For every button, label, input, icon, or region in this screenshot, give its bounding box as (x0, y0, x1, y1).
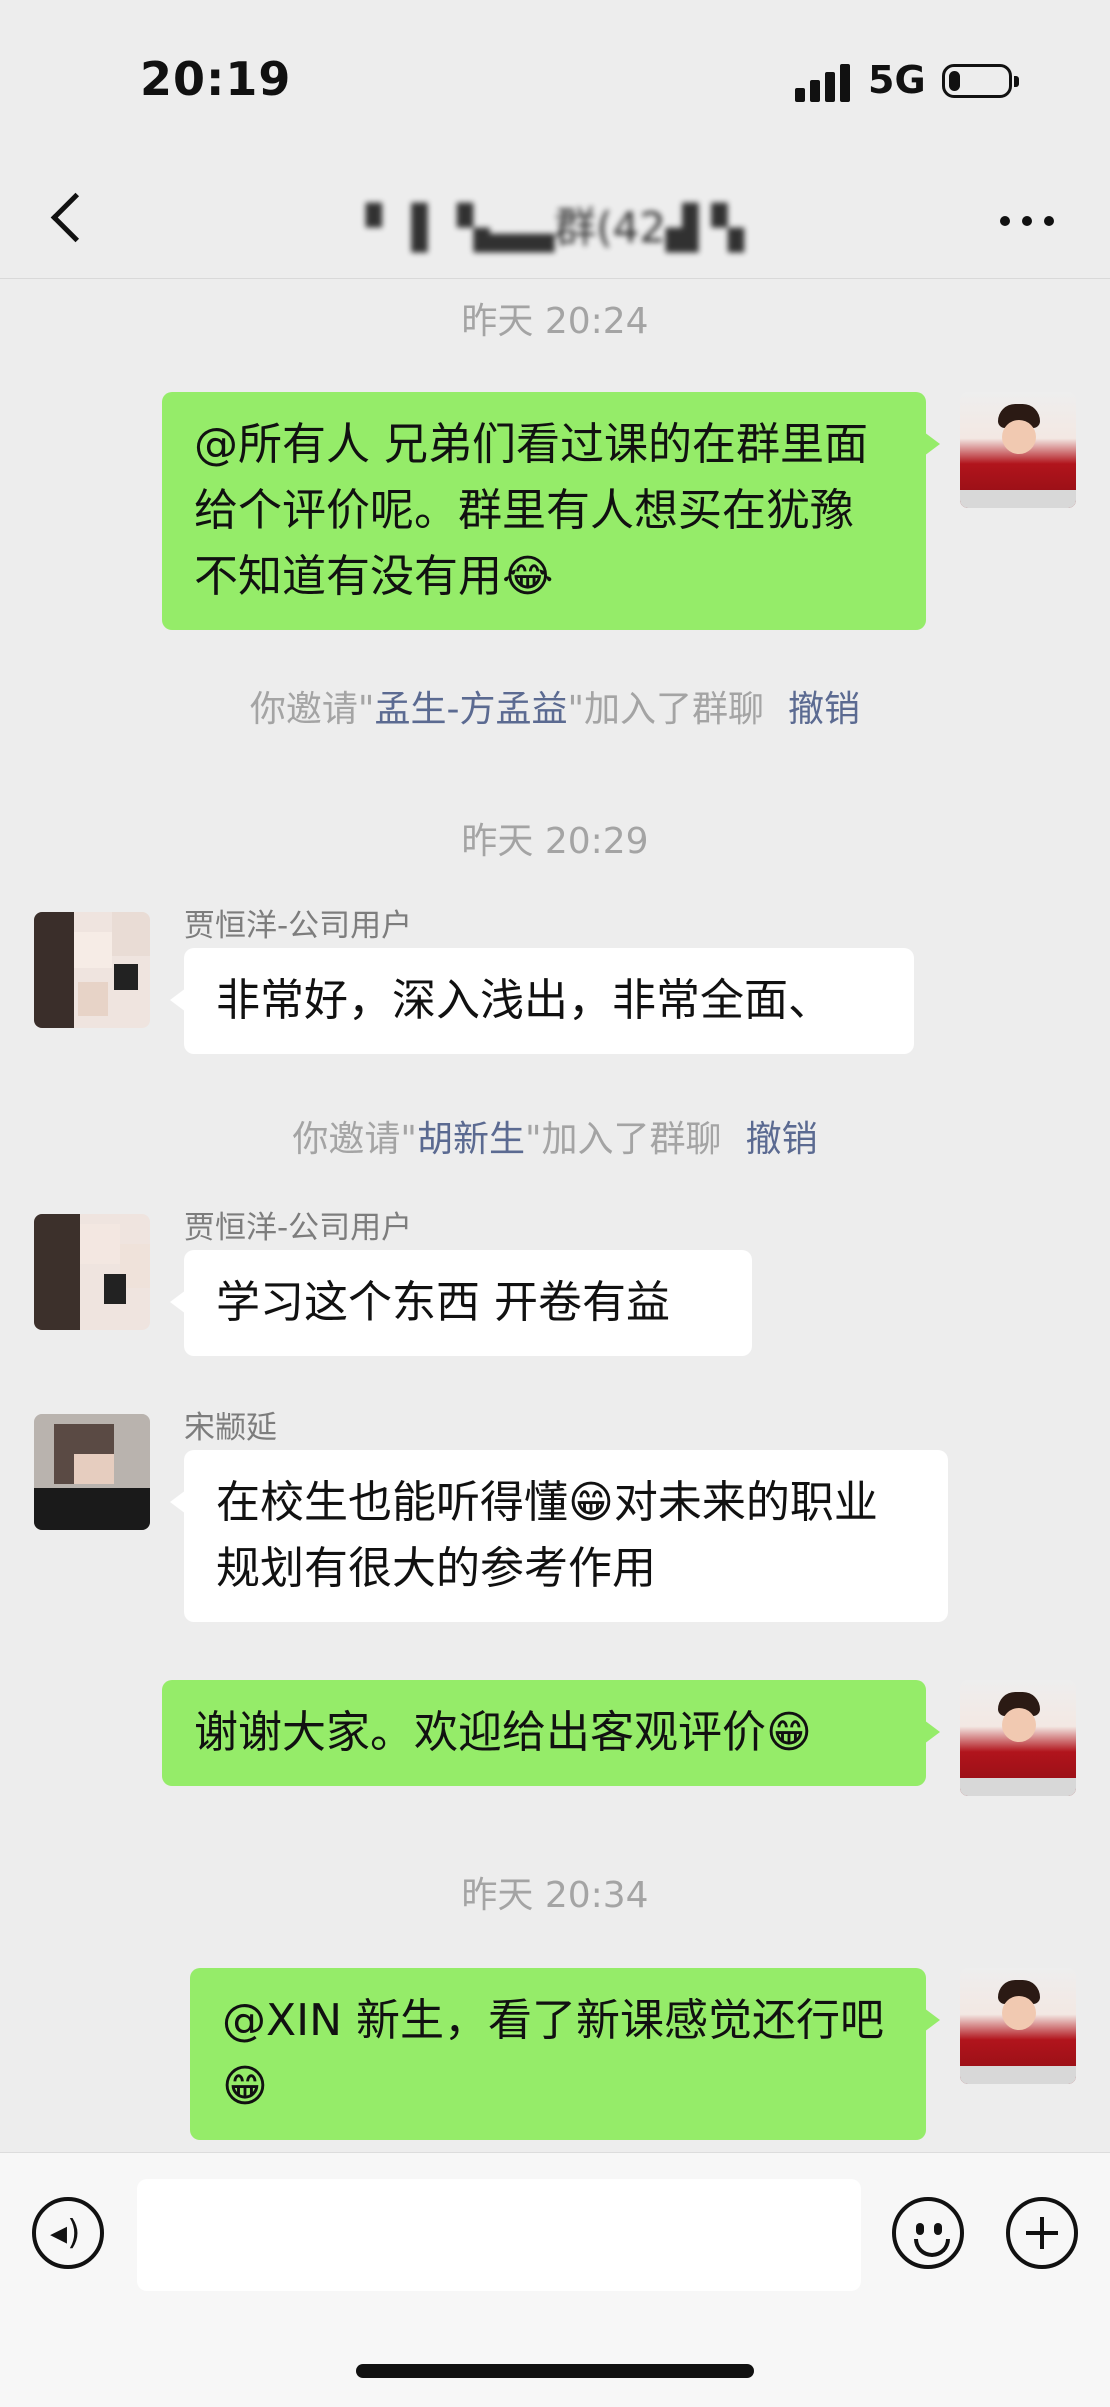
timestamp: 昨天 20:24 (461, 301, 649, 342)
sender-name: 宋颛延 (184, 1410, 277, 1446)
signal-icon (795, 62, 851, 102)
sys-prefix: 你邀请" (249, 689, 375, 730)
timestamp: 昨天 20:34 (461, 1875, 649, 1916)
home-indicator[interactable] (356, 2364, 754, 2378)
message-input[interactable] (137, 2179, 861, 2291)
invited-name[interactable]: 孟生-方孟益 (374, 689, 567, 730)
message-bubble-self[interactable]: @XIN 新生，看了新课感觉还行吧😁 (190, 1968, 940, 2140)
sys-prefix: 你邀请" (292, 1119, 417, 1160)
avatar-self[interactable] (960, 1680, 1076, 1796)
sender-name: 贾恒洋-公司用户 (184, 908, 413, 944)
sender-name: 贾恒洋-公司用户 (184, 1210, 413, 1246)
avatar-contact[interactable] (34, 912, 150, 1028)
chat-header: ▘ ▌ ▚▃▃群(42▟ ▚ (0, 160, 1110, 279)
avatar-self[interactable] (960, 1968, 1076, 2084)
avatar-contact[interactable] (34, 1214, 150, 1330)
sys-suffix: "加入了群聊 (567, 689, 765, 730)
system-message: 你邀请"孟生-方孟益"加入了群聊 撤销 (0, 680, 1110, 732)
message-bubble-self[interactable]: 谢谢大家。欢迎给出客观评价😁 (162, 1680, 940, 1786)
avatar-self[interactable] (960, 392, 1076, 508)
battery-fill (949, 71, 960, 91)
message-bubble-contact[interactable]: 在校生也能听得懂😁对未来的职业规划有很大的参考作用 (170, 1450, 948, 1622)
message-bubble-contact[interactable]: 非常好，深入浅出，非常全面、 (170, 948, 914, 1054)
timestamp: 昨天 20:29 (461, 821, 649, 862)
group-title[interactable]: ▘ ▌ ▚▃▃群(42▟ ▚ (0, 194, 1110, 255)
more-icon[interactable] (1000, 200, 1060, 240)
invited-name[interactable]: 胡新生 (417, 1119, 525, 1160)
sys-suffix: "加入了群聊 (525, 1119, 722, 1160)
network-label: 5G (868, 58, 926, 102)
system-message: 你邀请"胡新生"加入了群聊 撤销 (0, 1110, 1110, 1162)
undo-link[interactable]: 撤销 (788, 689, 860, 730)
status-time: 20:19 (140, 52, 292, 106)
battery-icon (942, 64, 1019, 98)
voice-icon[interactable]: ◂) (32, 2197, 104, 2269)
avatar-contact[interactable] (34, 1414, 150, 1530)
message-bubble-contact[interactable]: 学习这个东西 开卷有益 (170, 1250, 752, 1356)
undo-link[interactable]: 撤销 (746, 1119, 818, 1160)
emoji-icon[interactable] (892, 2197, 964, 2269)
message-bubble-self[interactable]: @所有人 兄弟们看过课的在群里面给个评价呢。群里有人想买在犹豫不知道有没有用😂 (162, 392, 940, 630)
plus-icon[interactable] (1006, 2197, 1078, 2269)
status-bar: 20:19 5G (0, 0, 1110, 160)
